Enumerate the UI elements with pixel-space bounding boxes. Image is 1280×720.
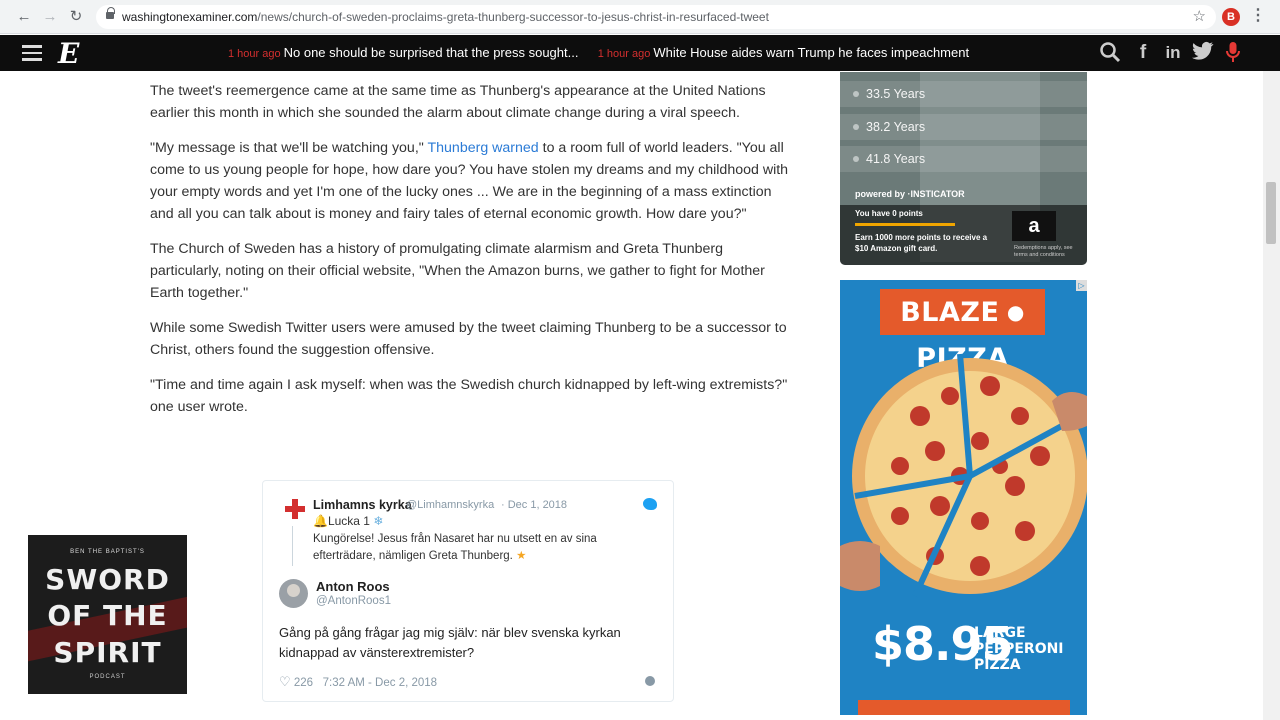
thunberg-warned-link[interactable]: Thunberg warned (427, 140, 538, 156)
quoted-author-handle[interactable]: @Limhamnskyrka (406, 499, 494, 511)
quoted-body: Kungörelse! Jesus från Nasaret har nu ut… (313, 533, 597, 562)
podcast-player-thumbnail[interactable]: BEN THE BAPTIST'S SWORD OF THE SPIRIT PO… (28, 535, 187, 694)
linkedin-icon[interactable]: in (1161, 41, 1185, 65)
tweet-timestamp[interactable]: 7:32 AM - Dec 2, 2018 (323, 677, 437, 689)
quiz-option[interactable]: 33.5 Years (840, 81, 1087, 107)
thread-line (292, 526, 293, 566)
bookmark-star-icon[interactable]: ☆ (1193, 7, 1206, 25)
quoted-line1: 🔔Lucka 1 ❄ (313, 514, 384, 528)
star-icon: ★ (516, 550, 527, 562)
bell-icon: 🔔 (313, 514, 328, 528)
church-cross-avatar (285, 499, 305, 519)
article-paragraph: The tweet's reemergence came at the same… (150, 83, 766, 121)
points-label: You have 0 points (855, 209, 923, 218)
page-scrollbar[interactable] (1263, 71, 1280, 720)
profile-avatar[interactable]: B (1222, 8, 1240, 26)
back-icon[interactable]: ← (14, 7, 34, 27)
twitter-bird-icon[interactable] (643, 498, 657, 510)
microphone-icon[interactable] (1221, 41, 1245, 65)
reply-author-name[interactable]: Anton Roos (316, 579, 390, 594)
article-paragraph: "Time and time again I ask myself: when … (150, 377, 788, 415)
facebook-icon[interactable]: f (1131, 41, 1155, 65)
quiz-widget: 33.5 Years 38.2 Years 41.8 Years powered… (840, 72, 1087, 265)
quoted-author-name[interactable]: Limhamns kyrka (313, 498, 412, 512)
price-description: LARGE PEPPERONI PIZZA (974, 625, 1064, 673)
browser-toolbar: ← → ↻ washingtonexaminer.com/news/church… (0, 0, 1280, 34)
reload-icon[interactable]: ↻ (66, 7, 86, 27)
heart-icon[interactable]: ♡ (279, 674, 291, 689)
points-progress-bar (855, 223, 955, 226)
lock-icon (106, 7, 115, 19)
snowflake-icon: ❄ (373, 514, 384, 528)
avatar[interactable] (279, 579, 308, 608)
blaze-pizza-ad[interactable]: ▷ BLAZE ● PIZZA $8.95 LARGE PEPPERONI PI… (840, 280, 1087, 715)
site-logo[interactable]: E (58, 37, 79, 70)
like-count[interactable]: 226 (294, 677, 313, 689)
search-icon[interactable] (1098, 41, 1122, 65)
quiz-option[interactable]: 38.2 Years (840, 114, 1087, 140)
hamburger-menu-icon[interactable] (22, 45, 42, 61)
quoted-date[interactable]: · Dec 1, 2018 (501, 499, 567, 511)
article-body: The tweet's reemergence came at the same… (150, 80, 790, 431)
ticker-item[interactable]: 1 hour ago No one should be surprised tha… (228, 45, 578, 60)
earn-text: Earn 1000 more points to receive a $10 A… (855, 233, 988, 253)
reply-author-handle[interactable]: @AntonRoos1 (316, 595, 391, 607)
news-ticker: 1 hour ago No one should be surprised tha… (228, 45, 969, 60)
embedded-tweet[interactable]: Limhamns kyrka @Limhamnskyrka · Dec 1, 2… (262, 480, 674, 702)
reply-text: Gång på gång frågar jag mig själv: när b… (279, 625, 621, 660)
twitter-icon[interactable] (1191, 41, 1215, 65)
article-paragraph: While some Swedish Twitter users were am… (150, 320, 787, 358)
address-bar[interactable]: washingtonexaminer.com/news/church-of-sw… (96, 5, 1216, 29)
amazon-logo: a (1012, 211, 1056, 241)
tweet-meta: ♡ 226 7:32 AM - Dec 2, 2018 (279, 674, 437, 690)
site-header: E 1 hour ago No one should be surprised t… (0, 35, 1280, 71)
url-text: washingtonexaminer.com/news/church-of-sw… (122, 10, 769, 24)
quiz-option[interactable]: 41.8 Years (840, 146, 1087, 172)
powered-by-label[interactable]: powered by ·INSTICATOR (855, 189, 965, 199)
pizza-image (840, 353, 1087, 598)
forward-icon[interactable]: → (40, 7, 60, 27)
article-paragraph: "My message is that we'll be watching yo… (150, 140, 789, 222)
article-paragraph: The Church of Sweden has a history of pr… (150, 241, 765, 301)
browser-menu-icon[interactable]: ⋮ (1250, 6, 1266, 26)
order-now-button[interactable] (858, 700, 1070, 715)
adchoices-icon[interactable]: ▷ (1076, 280, 1087, 291)
ticker-item[interactable]: 1 hour ago White House aides warn Trump h… (598, 45, 969, 60)
info-icon[interactable] (645, 676, 655, 686)
flame-icon: ● (999, 300, 1025, 324)
blaze-pizza-logo: BLAZE ● PIZZA (880, 289, 1045, 374)
scrollbar-thumb[interactable] (1266, 182, 1276, 244)
fine-print: Redemptions apply, see terms and conditi… (1014, 245, 1073, 258)
